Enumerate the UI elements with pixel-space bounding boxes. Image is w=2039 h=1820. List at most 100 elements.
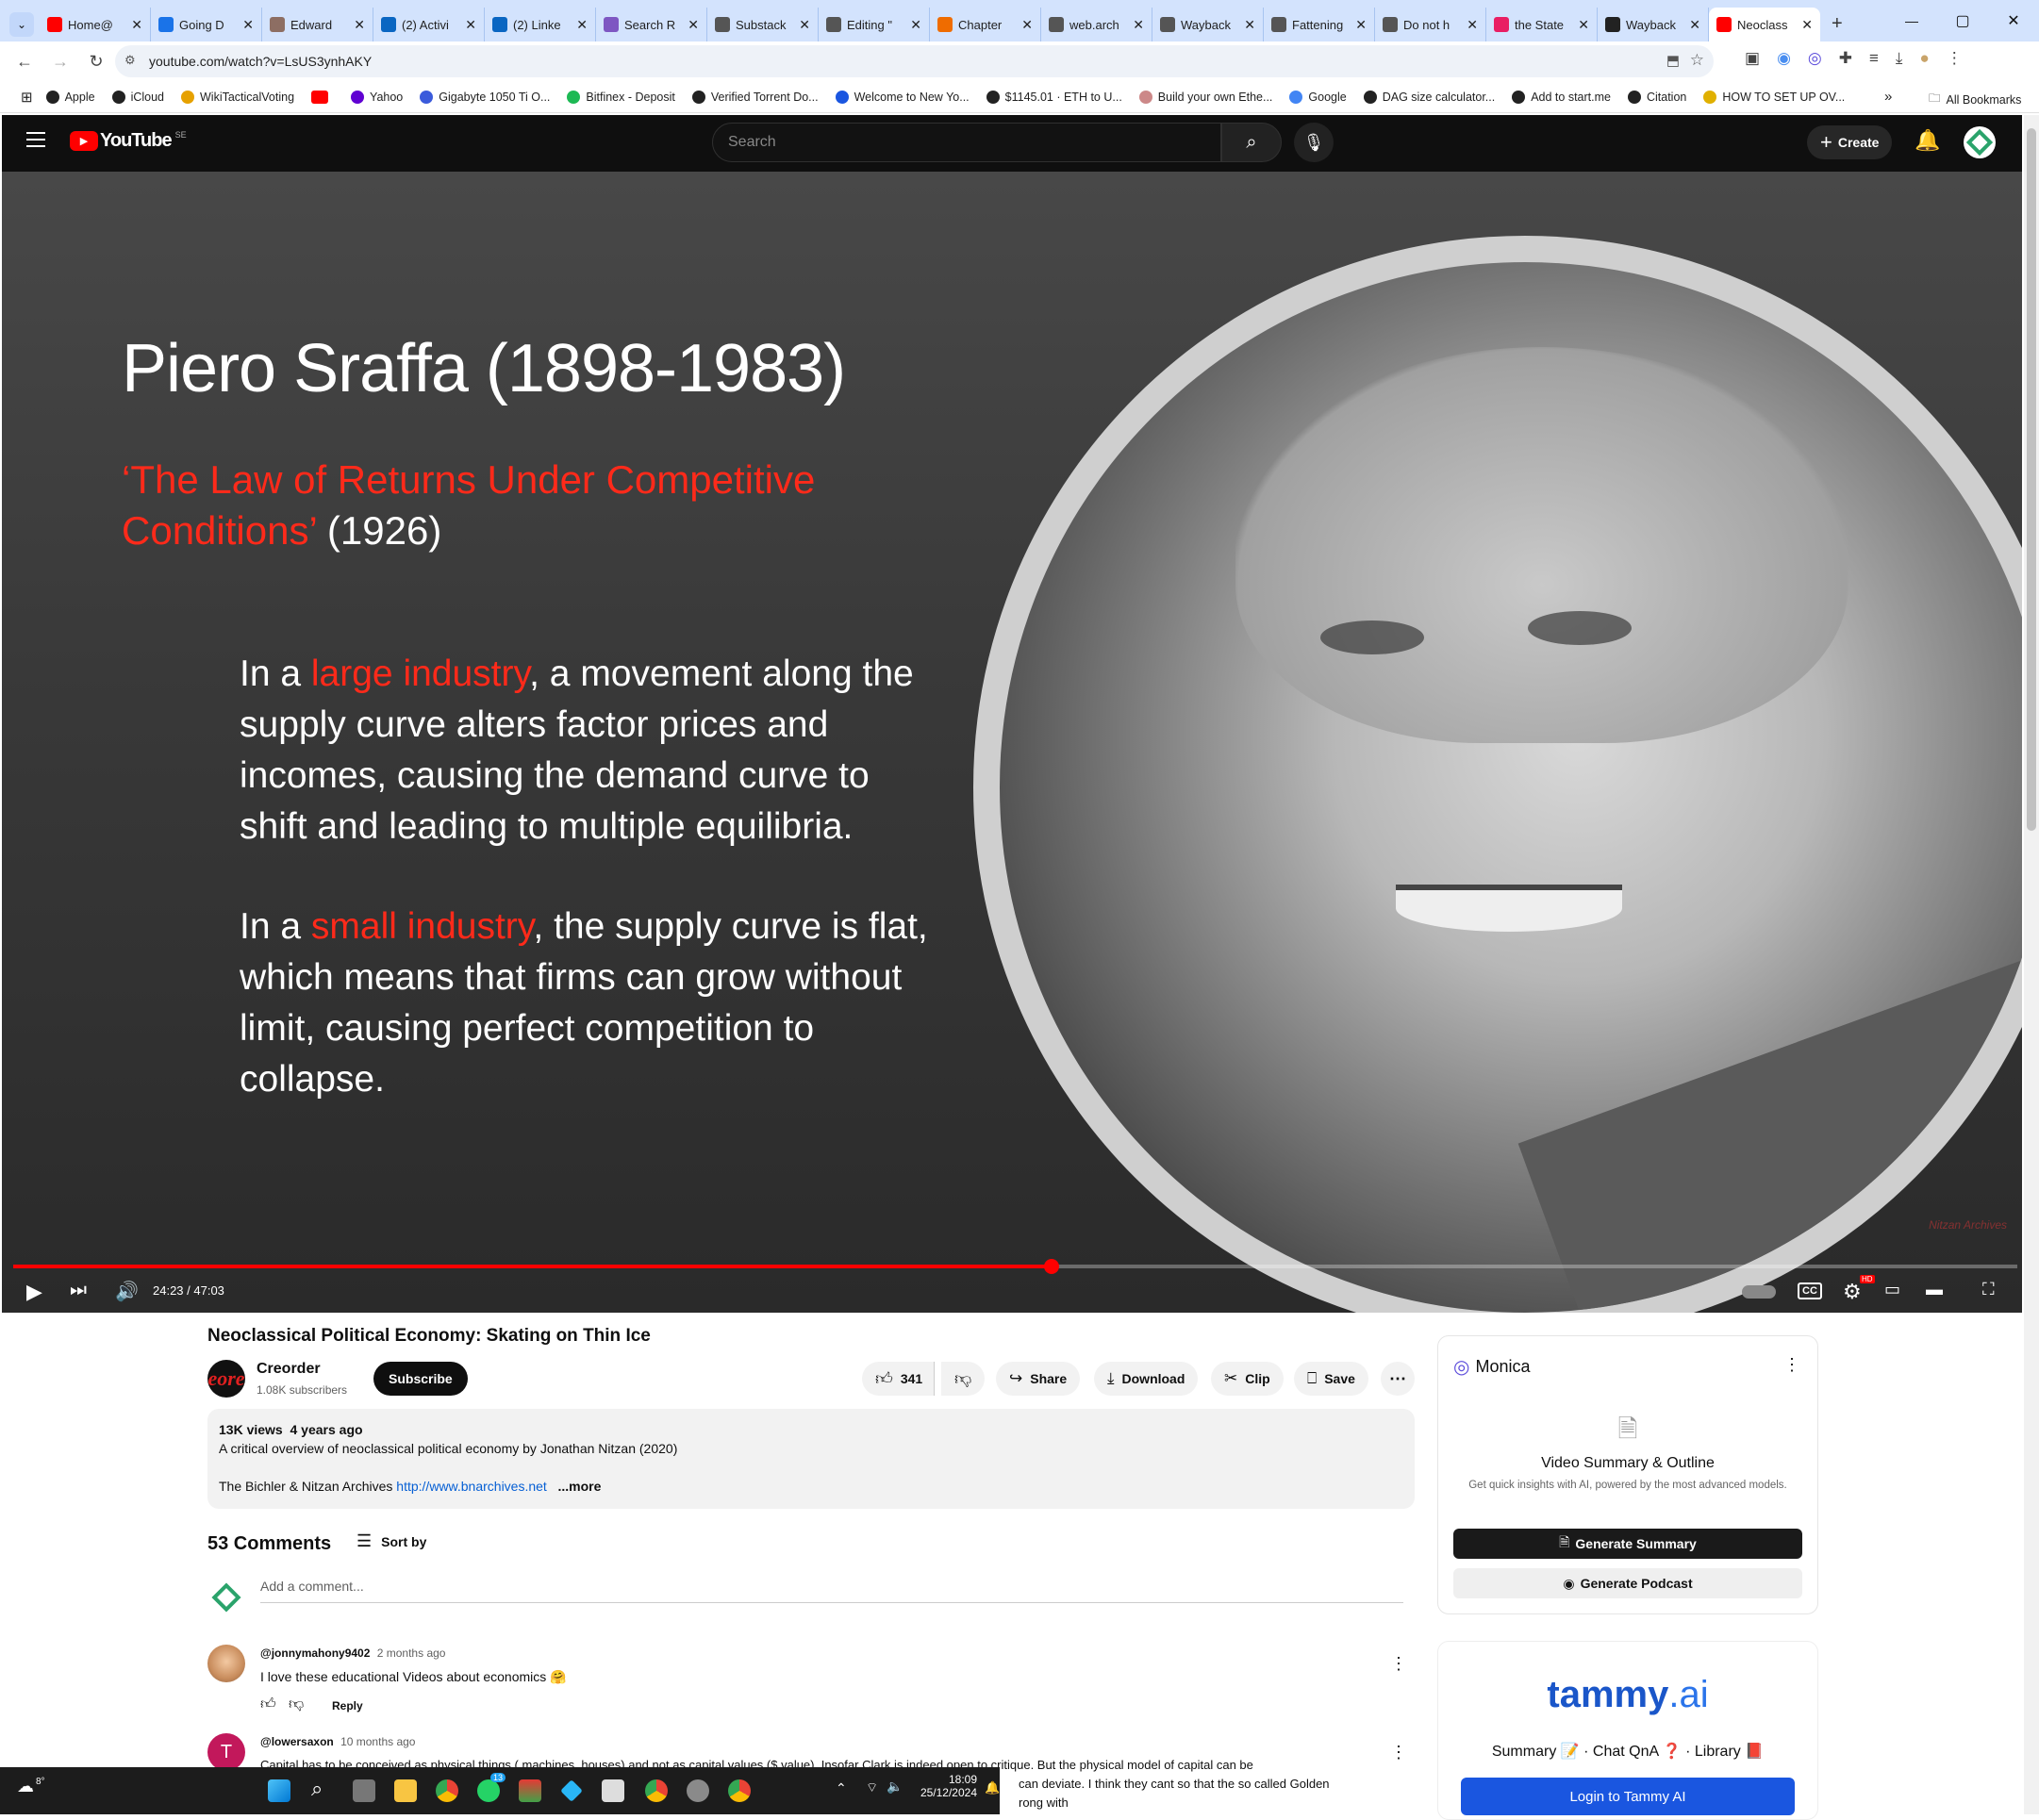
add-comment-input[interactable]: Add a comment... xyxy=(260,1579,1403,1603)
hamburger-menu-icon[interactable] xyxy=(26,132,45,147)
dislike-button[interactable]: 👎︎ xyxy=(941,1362,986,1396)
bookmark-item[interactable]: Citation xyxy=(1627,90,1686,104)
forward-button[interactable]: → xyxy=(45,46,75,76)
close-window-button[interactable]: ✕ xyxy=(1988,11,2039,30)
chrome-profile-icon[interactable] xyxy=(728,1779,751,1802)
tab-close-icon[interactable]: ✕ xyxy=(354,17,365,33)
chrome-active-icon[interactable] xyxy=(645,1779,668,1802)
install-app-icon[interactable]: ⬒ xyxy=(1666,52,1680,69)
settings-gear-icon[interactable]: ⚙ xyxy=(1843,1280,1862,1304)
app-icon-3[interactable] xyxy=(602,1779,624,1802)
tab-close-icon[interactable]: ✕ xyxy=(1021,17,1033,33)
bookmark-item[interactable]: Add to start.me xyxy=(1512,90,1611,104)
site-info-icon[interactable]: ⚙ xyxy=(124,53,136,68)
chrome-menu-icon[interactable]: ⋮ xyxy=(1947,49,1963,68)
bookmark-item[interactable] xyxy=(311,90,334,104)
description-box[interactable]: 13K views 4 years ago A critical overvie… xyxy=(207,1409,1415,1509)
app-icon-2[interactable] xyxy=(560,1779,583,1802)
browser-tab[interactable]: (2) Linke ✕ xyxy=(485,8,596,41)
browser-tab[interactable]: Edward ✕ xyxy=(262,8,373,41)
bookmark-star-icon[interactable]: ☆ xyxy=(1690,51,1704,70)
file-explorer-icon[interactable] xyxy=(394,1779,417,1802)
bookmark-item[interactable]: HOW TO SET UP OV... xyxy=(1703,90,1845,104)
voice-search-button[interactable]: 🎙 xyxy=(1294,123,1334,162)
tab-search-button[interactable]: ⌄ xyxy=(9,12,34,37)
tab-close-icon[interactable]: ✕ xyxy=(131,17,142,33)
browser-tab[interactable]: Going D ✕ xyxy=(151,8,262,41)
tab-close-icon[interactable]: ✕ xyxy=(1133,17,1144,33)
comment-like-icon[interactable]: 👍︎ xyxy=(260,1696,276,1713)
notifications-bell-icon[interactable]: 🔔 xyxy=(1915,128,1940,153)
generate-summary-button[interactable]: 🗎 Generate Summary xyxy=(1453,1529,1802,1559)
like-button[interactable]: 👍︎ 341 xyxy=(862,1362,936,1396)
more-bookmarks-button[interactable]: » xyxy=(1884,89,1892,105)
browser-tab[interactable]: Fattening ✕ xyxy=(1264,8,1375,41)
reload-button[interactable]: ↻ xyxy=(81,46,111,76)
task-view-icon[interactable] xyxy=(353,1779,375,1802)
tab-close-icon[interactable]: ✕ xyxy=(1689,17,1700,33)
browser-tab[interactable]: (2) Activi ✕ xyxy=(373,8,485,41)
clock[interactable]: 18:09 25/12/2024 xyxy=(915,1773,977,1799)
commenter-avatar[interactable]: T xyxy=(207,1733,245,1771)
sort-by-button[interactable]: ☰ Sort by xyxy=(356,1531,426,1551)
back-button[interactable]: ← xyxy=(9,46,40,76)
subscribe-button[interactable]: Subscribe xyxy=(373,1362,468,1396)
minimize-button[interactable]: — xyxy=(1886,13,1937,28)
bookmark-item[interactable]: Yahoo xyxy=(351,90,403,104)
tab-close-icon[interactable]: ✕ xyxy=(1578,17,1589,33)
clip-button[interactable]: ✂ Clip xyxy=(1211,1362,1284,1396)
weather-widget[interactable]: ☁ 8° xyxy=(17,1777,45,1796)
monica-menu-icon[interactable]: ⋮ xyxy=(1783,1355,1800,1375)
fullscreen-icon[interactable]: ⛶ xyxy=(1982,1280,1995,1299)
more-actions-button[interactable]: ⋯ xyxy=(1381,1362,1415,1396)
comment-age[interactable]: 2 months ago xyxy=(377,1646,446,1660)
wifi-icon[interactable]: ⌔ xyxy=(866,1779,878,1796)
youtube-logo[interactable]: ▶ YouTube SE xyxy=(70,130,187,152)
bookmark-item[interactable]: Build your own Ethe... xyxy=(1138,90,1272,104)
tab-close-icon[interactable]: ✕ xyxy=(1467,17,1478,33)
comment-menu-icon[interactable]: ⋮ xyxy=(1390,1654,1407,1674)
browser-tab[interactable]: Home@ ✕ xyxy=(40,8,151,41)
address-bar[interactable]: ⚙ youtube.com/watch?v=LsUS3ynhAKY ⬒ ☆ xyxy=(115,45,1714,77)
profile-avatar[interactable]: ● xyxy=(1919,49,1929,68)
comment-author[interactable]: @lowersaxon xyxy=(260,1735,334,1748)
progress-scrubber[interactable] xyxy=(1043,1259,1059,1274)
search-button[interactable]: ⌕ xyxy=(1221,123,1282,162)
start-button-icon[interactable] xyxy=(268,1779,290,1802)
all-bookmarks-button[interactable]: 🗀 All Bookmarks xyxy=(1929,90,2021,109)
tammy-login-button[interactable]: Login to Tammy AI xyxy=(1461,1778,1795,1815)
bookmark-item[interactable]: Gigabyte 1050 Ti O... xyxy=(420,90,550,104)
bookmark-item[interactable]: Apple xyxy=(45,90,95,104)
browser-tab[interactable]: Chapter ✕ xyxy=(930,8,1041,41)
next-button[interactable]: ⏭ xyxy=(70,1280,87,1301)
scrollbar-thumb[interactable] xyxy=(2027,128,2036,831)
tab-close-icon[interactable]: ✕ xyxy=(576,17,588,33)
browser-tab[interactable]: the State ✕ xyxy=(1486,8,1598,41)
comment-reply-button[interactable]: Reply xyxy=(332,1699,363,1712)
download-button[interactable]: ⤓ Download xyxy=(1094,1362,1199,1396)
account-avatar[interactable] xyxy=(1964,126,1996,158)
browser-tab[interactable]: Neoclass ✕ xyxy=(1709,8,1820,41)
theater-mode-icon[interactable]: ▬ xyxy=(1926,1280,1943,1299)
show-more-button[interactable]: ...more xyxy=(558,1479,602,1494)
share-button[interactable]: ↪ Share xyxy=(996,1362,1081,1396)
miniplayer-icon[interactable]: ▭ xyxy=(1884,1280,1900,1299)
channel-name[interactable]: Creorder xyxy=(257,1361,321,1378)
extension-icon-1[interactable]: ▣ xyxy=(1745,49,1760,68)
search-input[interactable]: Search xyxy=(712,123,1221,162)
browser-tab[interactable]: web.arch ✕ xyxy=(1041,8,1152,41)
monica-extension-icon[interactable]: ◎ xyxy=(1808,49,1822,68)
extension-icon-2[interactable]: ◉ xyxy=(1777,49,1791,68)
browser-tab[interactable]: Do not h ✕ xyxy=(1375,8,1486,41)
play-button[interactable]: ▶ xyxy=(26,1280,42,1304)
speaker-icon[interactable]: 🔈 xyxy=(887,1779,903,1795)
browser-tab[interactable]: Search R ✕ xyxy=(596,8,707,41)
tab-close-icon[interactable]: ✕ xyxy=(688,17,699,33)
browser-tab[interactable]: Editing " ✕ xyxy=(819,8,930,41)
tab-close-icon[interactable]: ✕ xyxy=(242,17,254,33)
taskbar-search-icon[interactable]: ⌕ xyxy=(311,1777,334,1800)
bookmark-item[interactable]: Welcome to New Yo... xyxy=(835,90,970,104)
comment-dislike-icon[interactable]: 👎︎ xyxy=(289,1696,304,1713)
whatsapp-icon[interactable] xyxy=(477,1779,500,1802)
chrome-taskbar-icon[interactable] xyxy=(436,1779,458,1802)
